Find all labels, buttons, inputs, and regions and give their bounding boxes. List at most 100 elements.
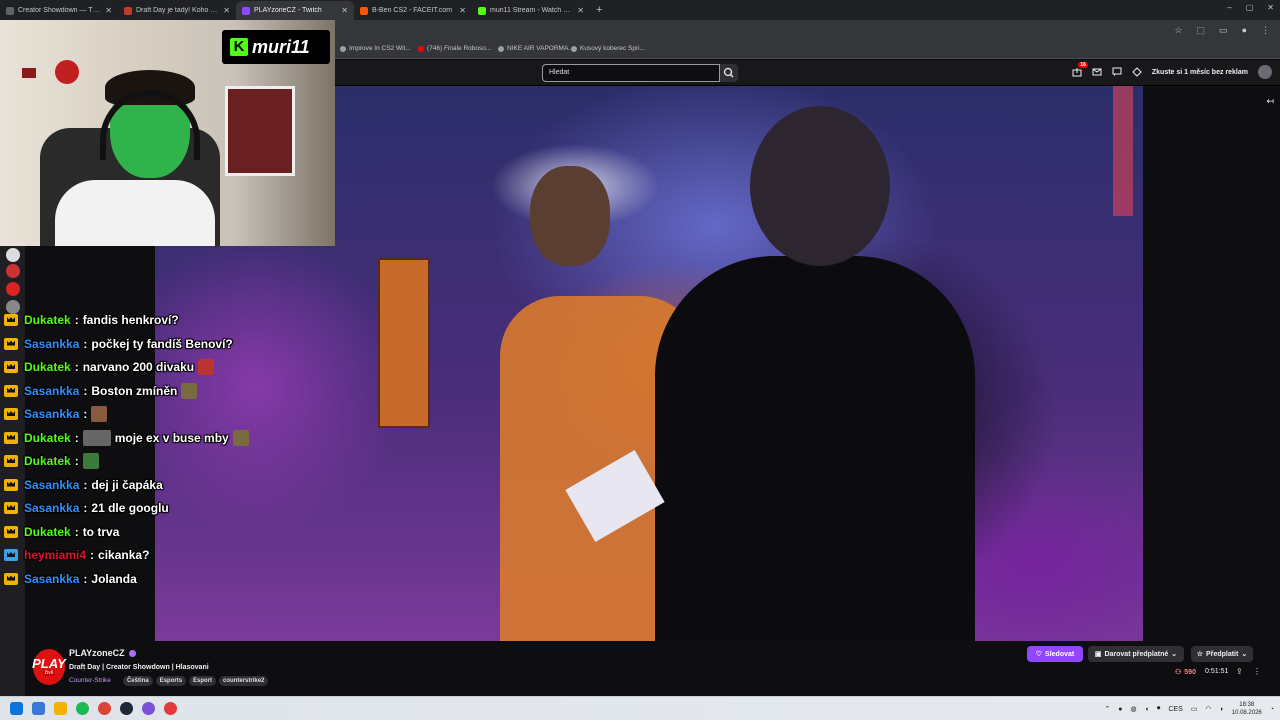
- prime-offer-link[interactable]: Zkuste si 1 měsíc bez reklam: [1152, 69, 1248, 76]
- bookmark-item[interactable]: NIKE AIR VAPORMA...: [498, 45, 574, 52]
- tab-favicon-icon: [6, 6, 14, 15]
- speaker-icon[interactable]: ◗: [1220, 706, 1224, 713]
- webcam-shirt: [55, 180, 215, 246]
- chat-message: Sasankka: Boston zmíněn: [0, 381, 198, 401]
- profile-icon[interactable]: ●: [1242, 25, 1247, 36]
- chat-text: dej ji čapáka: [91, 477, 163, 492]
- chat-username[interactable]: Sasankka: [24, 478, 79, 492]
- stream-tag[interactable]: Esport: [189, 676, 217, 686]
- chat-username[interactable]: Sasankka: [24, 407, 79, 421]
- minimize-button[interactable]: –: [1227, 3, 1231, 12]
- chat-message: Sasankka: počkej ty fandíš Benoví?: [0, 334, 233, 354]
- followed-channel-avatar[interactable]: [6, 248, 20, 262]
- chevron-up-icon[interactable]: ⌃: [1104, 705, 1110, 713]
- app-icon[interactable]: [32, 702, 45, 715]
- expand-chat-icon[interactable]: ↤: [1266, 96, 1274, 107]
- browser-tab[interactable]: Creator Showdown — Tvůrci, R ✕: [0, 1, 118, 20]
- gift-label: Darovat předplatné: [1104, 650, 1169, 658]
- browser-tab[interactable]: Draft Day je tady! Koho si znáš ✕: [118, 1, 236, 20]
- stream-tag[interactable]: counterstrike2: [219, 676, 269, 686]
- chat-emote: [91, 406, 108, 422]
- chat-username[interactable]: Dukatek: [24, 525, 71, 539]
- channel-name[interactable]: PLAYzoneCZ: [69, 648, 136, 658]
- stream-tag[interactable]: Čeština: [123, 676, 153, 686]
- bookmark-item[interactable]: Kusový koberec Spri...: [571, 45, 645, 52]
- volume-icon[interactable]: ◖: [1145, 706, 1149, 713]
- network-icon[interactable]: ◍: [1131, 705, 1137, 713]
- gift-sub-button[interactable]: ▣ Darovat předplatné ⌄: [1088, 646, 1184, 662]
- video-scene-head: [750, 106, 890, 266]
- subscriber-badge-icon: [4, 502, 18, 514]
- subscribe-button[interactable]: ☆ Předplatit ⌄: [1191, 646, 1253, 662]
- extension-icon[interactable]: ⬚: [1197, 25, 1206, 36]
- menu-icon[interactable]: ⋮: [1261, 25, 1270, 36]
- chat-username[interactable]: Dukatek: [24, 431, 71, 445]
- chat-username[interactable]: Dukatek: [24, 454, 71, 468]
- chat-username[interactable]: Sasankka: [24, 384, 79, 398]
- tab-label: B-Ben CS2 - FACEIT.com: [372, 7, 453, 14]
- whispers-icon[interactable]: [1112, 67, 1122, 77]
- language-indicator[interactable]: CES: [1168, 706, 1182, 713]
- tab-close-icon[interactable]: ✕: [223, 6, 230, 15]
- chrome-icon[interactable]: [98, 702, 111, 715]
- browser-tab[interactable]: PLAYzoneCZ - Twitch ✕: [236, 1, 354, 20]
- tab-close-icon[interactable]: ✕: [341, 6, 348, 15]
- chat-username[interactable]: Sasankka: [24, 572, 79, 586]
- bookmark-item[interactable]: (746) Finále Roboso...: [418, 45, 491, 52]
- subscriber-badge-icon: [4, 408, 18, 420]
- tray-app-icon[interactable]: ●: [1118, 706, 1122, 713]
- stream-tag[interactable]: Esports: [155, 676, 187, 686]
- channel-avatar[interactable]: PLAY živě: [32, 649, 66, 685]
- close-window-button[interactable]: ✕: [1267, 3, 1274, 12]
- bookmark-favicon-icon: [498, 45, 504, 52]
- chat-username[interactable]: Sasankka: [24, 337, 79, 351]
- start-icon[interactable]: [10, 702, 23, 715]
- chat-separator: :: [83, 477, 88, 492]
- followed-channel-avatar[interactable]: [6, 282, 20, 296]
- browser-tab[interactable]: muri11 Stream - Watch Live on ✕: [472, 1, 590, 20]
- bookmark-item[interactable]: Improve In CS2 Wit...: [340, 45, 411, 52]
- wifi-icon[interactable]: ◠: [1205, 705, 1211, 713]
- steam-icon[interactable]: [120, 702, 133, 715]
- display-icon[interactable]: ▭: [1191, 705, 1198, 713]
- clock[interactable]: 18:38 10.08.2026: [1232, 701, 1262, 717]
- tab-close-icon[interactable]: ✕: [459, 6, 466, 15]
- tab-close-icon[interactable]: ✕: [105, 6, 112, 15]
- file-explorer-icon[interactable]: [54, 702, 67, 715]
- tab-close-icon[interactable]: ✕: [577, 6, 584, 15]
- chat-username[interactable]: heymiami4: [24, 548, 86, 562]
- user-avatar[interactable]: [1258, 65, 1272, 79]
- search-input[interactable]: Hledat: [542, 64, 720, 82]
- chat-message: Dukatek: to trva: [0, 522, 119, 542]
- notifications-icon[interactable]: 16: [1072, 62, 1088, 77]
- chat-text: moje ex v buse mby: [114, 430, 229, 445]
- crown-icon[interactable]: [1132, 67, 1142, 77]
- new-tab-button[interactable]: +: [596, 1, 602, 20]
- inbox-icon[interactable]: [1092, 67, 1102, 77]
- chevron-down-icon: ⌄: [1171, 651, 1178, 658]
- game-link[interactable]: Counter-Strike: [69, 677, 111, 684]
- chat-separator: :: [83, 407, 88, 421]
- maximize-button[interactable]: ▢: [1246, 3, 1254, 12]
- share-icon[interactable]: ⇪: [1236, 667, 1243, 676]
- browser-tab[interactable]: B-Ben CS2 - FACEIT.com ✕: [354, 1, 472, 20]
- app-icon[interactable]: [142, 702, 155, 715]
- app-icon[interactable]: [164, 702, 177, 715]
- tab-label: Draft Day je tady! Koho si znáš: [136, 7, 219, 14]
- follow-button[interactable]: ♡ Sledovat: [1027, 646, 1083, 662]
- chat-username[interactable]: Sasankka: [24, 501, 79, 515]
- chat-username[interactable]: Dukatek: [24, 360, 71, 374]
- subscriber-badge-icon: [4, 384, 18, 397]
- heart-icon: ♡: [1035, 651, 1043, 658]
- star-icon[interactable]: ☆: [1174, 25, 1182, 36]
- mic-icon[interactable]: ⏺: [1157, 705, 1161, 713]
- sidebar-icon[interactable]: ▭: [1219, 25, 1228, 36]
- gift-icon: ▣: [1094, 651, 1102, 658]
- chat-separator: :: [74, 454, 79, 468]
- search-button[interactable]: [720, 64, 738, 82]
- notification-bell-icon[interactable]: ◔: [1270, 706, 1274, 713]
- more-options-icon[interactable]: ⋮: [1253, 667, 1261, 676]
- followed-channel-avatar[interactable]: [6, 264, 20, 278]
- chat-username[interactable]: Dukatek: [24, 313, 71, 327]
- spotify-icon[interactable]: [76, 702, 89, 715]
